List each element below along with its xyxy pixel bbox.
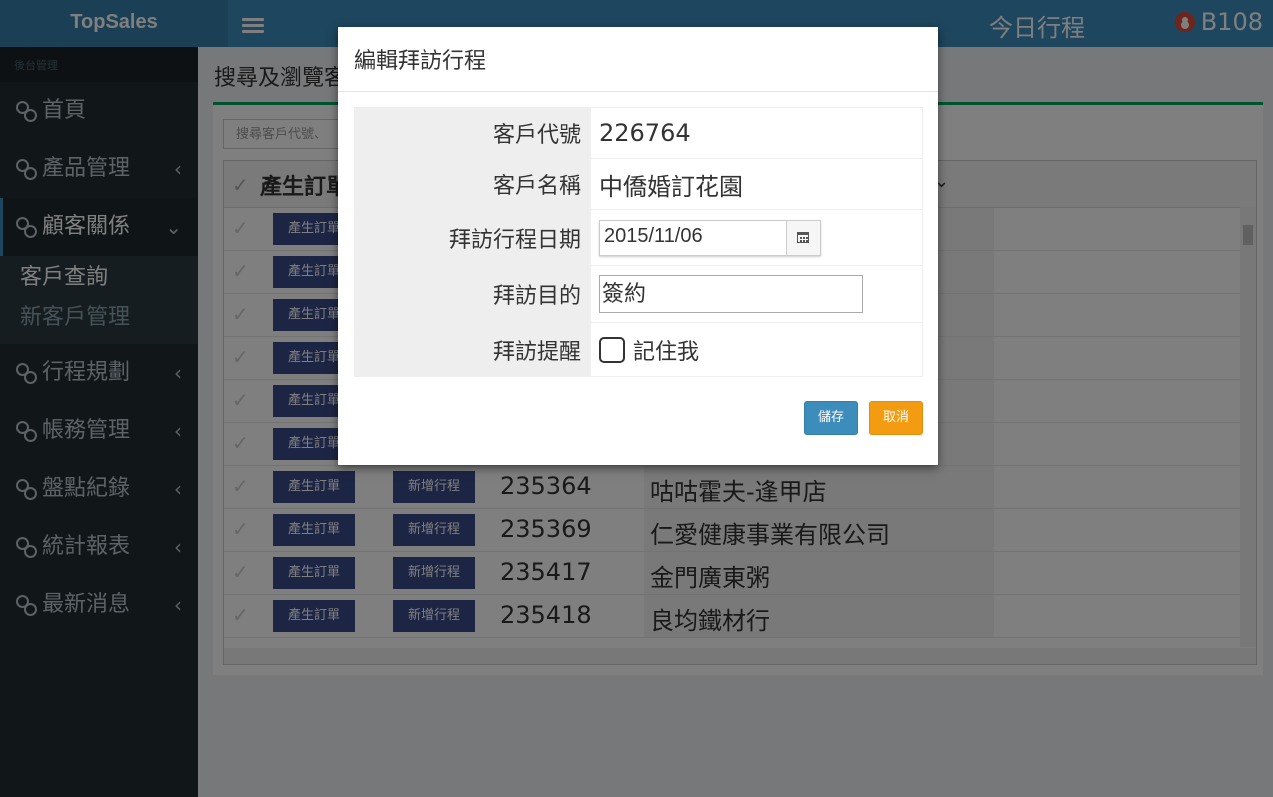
edit-visit-modal: 編輯拜訪行程 客戶代號 226764 客戶名稱 中僑婚訂花園 拜訪行程日期 20… xyxy=(338,27,938,465)
visit-date-input[interactable]: 2015/11/06 xyxy=(604,225,703,248)
visit-date-picker[interactable]: 2015/11/06 xyxy=(599,219,821,256)
cancel-button[interactable]: 取消 xyxy=(869,401,923,435)
purpose-label: 拜訪目的 xyxy=(354,265,591,323)
customer-name-value: 中僑婚訂花園 xyxy=(590,158,923,210)
visit-form: 客戶代號 226764 客戶名稱 中僑婚訂花園 拜訪行程日期 2015/11/0… xyxy=(354,107,923,377)
visit-date-label: 拜訪行程日期 xyxy=(354,209,591,266)
purpose-input[interactable]: 簽約 xyxy=(599,275,863,313)
customer-code-value: 226764 xyxy=(590,107,923,159)
customer-name-label: 客戶名稱 xyxy=(354,158,591,210)
save-button[interactable]: 儲存 xyxy=(804,401,858,435)
calendar-button[interactable] xyxy=(786,220,820,255)
reminder-label: 拜訪提醒 xyxy=(354,322,591,377)
remember-checkbox[interactable] xyxy=(599,336,625,363)
calendar-icon xyxy=(797,231,809,243)
modal-title: 編輯拜訪行程 xyxy=(354,49,487,74)
customer-code-label: 客戶代號 xyxy=(354,107,591,159)
modal-divider xyxy=(338,91,938,92)
remember-label: 記住我 xyxy=(633,339,700,365)
